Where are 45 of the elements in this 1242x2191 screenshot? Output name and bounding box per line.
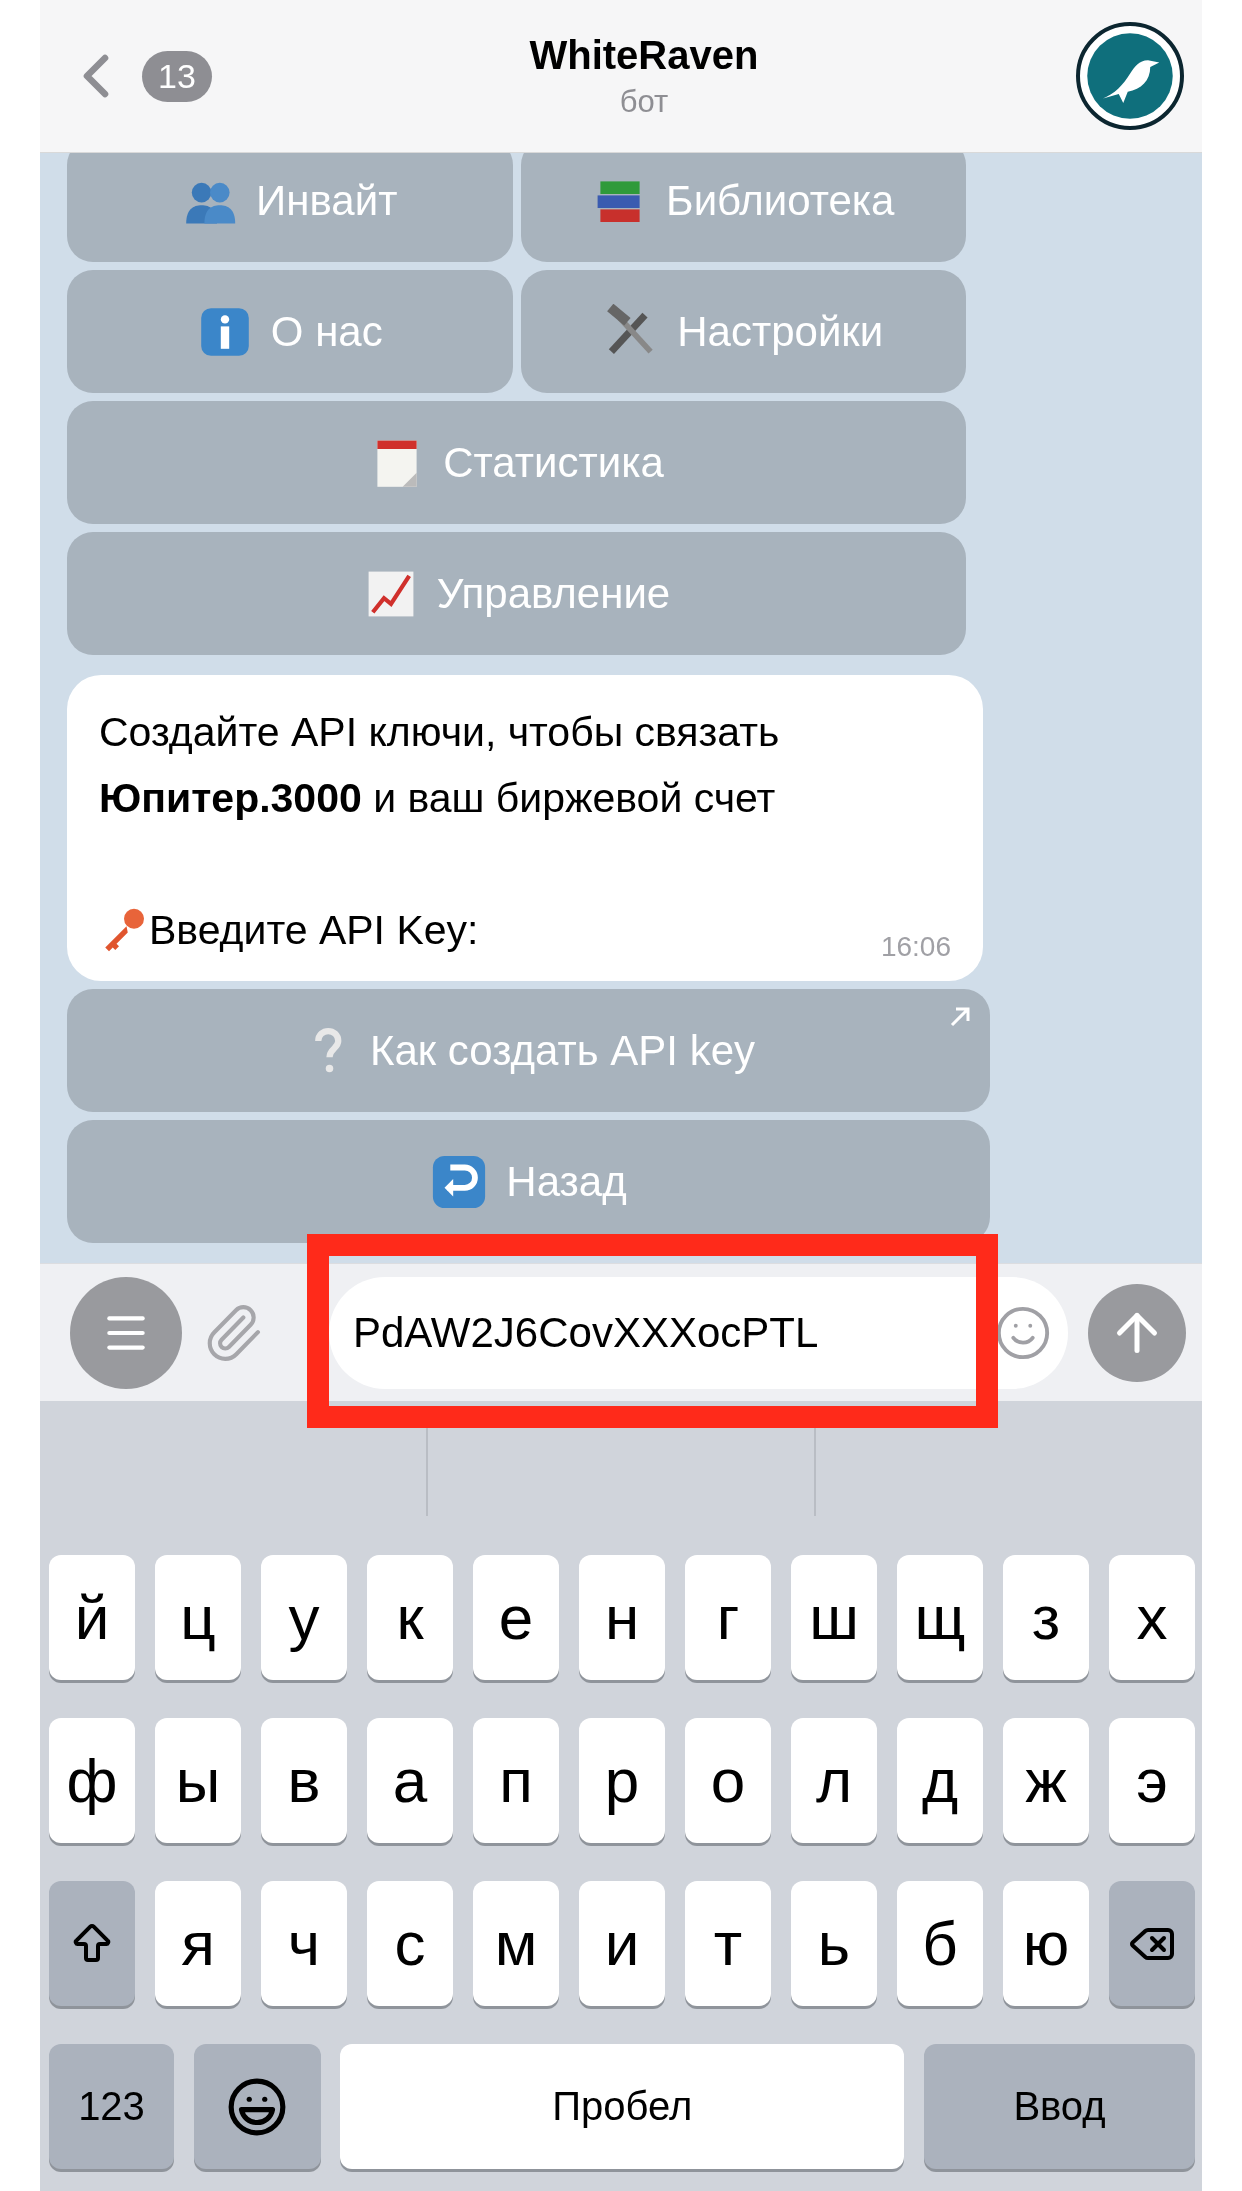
letter-key[interactable]: ж xyxy=(1003,1718,1089,1843)
letter-key[interactable]: в xyxy=(261,1718,347,1843)
letter-key[interactable]: я xyxy=(155,1881,241,2006)
letter-key[interactable]: р xyxy=(579,1718,665,1843)
letter-key[interactable]: н xyxy=(579,1555,665,1680)
space-key[interactable]: Пробел xyxy=(340,2044,905,2169)
letter-key[interactable]: х xyxy=(1109,1555,1195,1680)
letter-key[interactable]: щ xyxy=(897,1555,983,1680)
letter-key[interactable]: ф xyxy=(49,1718,135,1843)
return-key[interactable]: Ввод xyxy=(923,2044,1195,2169)
prompt-text: Введите API Key: xyxy=(149,906,479,955)
letter-key[interactable]: э xyxy=(1109,1718,1195,1843)
letter-key[interactable]: о xyxy=(685,1718,771,1843)
letter-key[interactable]: ы xyxy=(155,1718,241,1843)
message-input[interactable]: PdAW2J6CovXXXocPTL xyxy=(329,1276,1068,1389)
message-text: Создайте API ключи, чтобы связать Юпитер.3000 и ваш биржевой счет xyxy=(99,708,781,823)
letter-key[interactable]: л xyxy=(791,1718,877,1843)
message-time: 16:06 xyxy=(880,931,951,963)
letter-key[interactable]: д xyxy=(897,1718,983,1843)
letter-key[interactable]: с xyxy=(367,1881,453,2006)
chat-title: WhiteRaven xyxy=(529,32,759,78)
letter-key[interactable]: е xyxy=(473,1555,559,1680)
letter-key[interactable]: ш xyxy=(791,1555,877,1680)
letter-key[interactable]: г xyxy=(685,1555,771,1680)
letter-key[interactable]: и xyxy=(579,1881,665,2006)
emoji-key[interactable] xyxy=(193,2044,321,2169)
letter-key[interactable]: ц xyxy=(155,1555,241,1680)
raven-icon xyxy=(1085,31,1175,121)
letter-key[interactable]: ю xyxy=(1003,1881,1089,2006)
letter-key[interactable]: у xyxy=(261,1555,347,1680)
letter-key[interactable]: к xyxy=(367,1555,453,1680)
delete-key[interactable] xyxy=(1109,1881,1195,2006)
unread-count: 13 xyxy=(142,50,212,102)
letter-key[interactable]: з xyxy=(1003,1555,1089,1680)
chat-subtitle: бот xyxy=(619,83,669,120)
letter-key[interactable]: ь xyxy=(791,1881,877,2006)
letter-key[interactable]: й xyxy=(49,1555,135,1680)
letter-key[interactable]: ч xyxy=(261,1881,347,2006)
numbers-key[interactable]: 123 xyxy=(49,2044,174,2169)
letter-key[interactable]: м xyxy=(473,1881,559,2006)
letter-key[interactable]: б xyxy=(897,1881,983,2006)
letter-key[interactable]: т xyxy=(685,1881,771,2006)
shift-key[interactable] xyxy=(49,1881,135,2006)
letter-key[interactable]: а xyxy=(367,1718,453,1843)
letter-key[interactable]: п xyxy=(473,1718,559,1843)
